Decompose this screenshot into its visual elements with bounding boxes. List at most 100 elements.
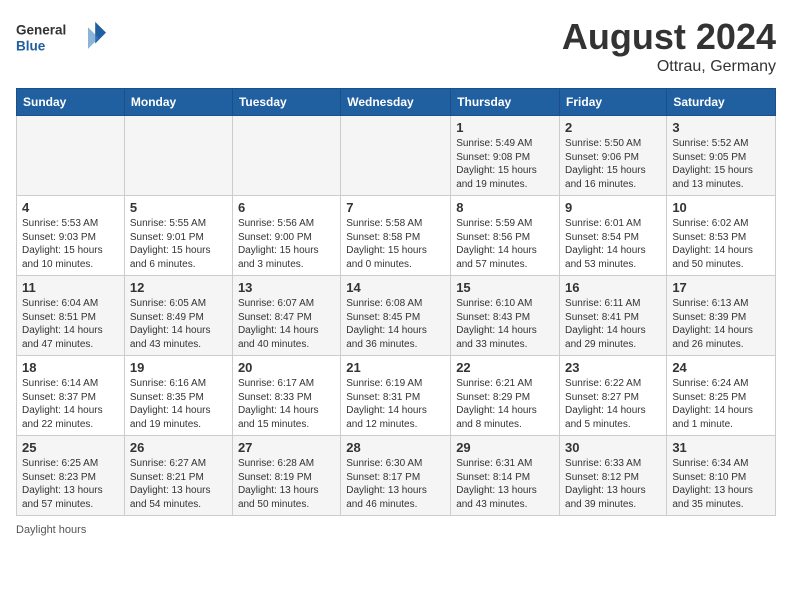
day-info: Sunrise: 6:02 AM Sunset: 8:53 PM Dayligh… bbox=[672, 217, 770, 271]
day-number: 10 bbox=[672, 200, 770, 215]
svg-text:Blue: Blue bbox=[16, 39, 46, 54]
calendar-table: Sunday Monday Tuesday Wednesday Thursday… bbox=[16, 88, 776, 516]
day-number: 11 bbox=[22, 280, 119, 295]
day-number: 26 bbox=[130, 440, 227, 455]
table-row: 5 Sunrise: 5:55 AM Sunset: 9:01 PM Daylig… bbox=[124, 196, 232, 276]
day-number: 14 bbox=[346, 280, 445, 295]
table-row: 2Sunrise: 5:50 AM Sunset: 9:06 PM Daylig… bbox=[560, 116, 667, 196]
header-monday: Monday bbox=[124, 89, 232, 116]
day-info: Sunrise: 6:34 AM Sunset: 8:10 PM Dayligh… bbox=[672, 457, 770, 511]
day-info: Sunrise: 5:58 AM Sunset: 8:58 PM Dayligh… bbox=[346, 217, 445, 271]
table-row: 26Sunrise: 6:27 AM Sunset: 8:21 PM Dayli… bbox=[124, 436, 232, 516]
day-number: 17 bbox=[672, 280, 770, 295]
day-info: Sunrise: 6:31 AM Sunset: 8:14 PM Dayligh… bbox=[456, 457, 554, 511]
day-info: Sunrise: 6:11 AM Sunset: 8:41 PM Dayligh… bbox=[565, 297, 661, 351]
day-info: Sunrise: 6:19 AM Sunset: 8:31 PM Dayligh… bbox=[346, 377, 445, 431]
day-number: 21 bbox=[346, 360, 445, 375]
table-row: 25Sunrise: 6:25 AM Sunset: 8:23 PM Dayli… bbox=[17, 436, 125, 516]
day-info: Sunrise: 5:56 AM Sunset: 9:00 PM Dayligh… bbox=[238, 217, 335, 271]
table-row: 16 Sunrise: 6:11 AM Sunset: 8:41 PM Dayli… bbox=[560, 276, 667, 356]
table-row: 12Sunrise: 6:05 AM Sunset: 8:49 PM Dayli… bbox=[124, 276, 232, 356]
day-number: 9 bbox=[565, 200, 661, 215]
table-row: 27 Sunrise: 6:28 AM Sunset: 8:19 PM Dayli… bbox=[232, 436, 340, 516]
table-row bbox=[124, 116, 232, 196]
day-number: 28 bbox=[346, 440, 445, 455]
header-wednesday: Wednesday bbox=[341, 89, 451, 116]
day-info: Sunrise: 6:22 AM Sunset: 8:27 PM Dayligh… bbox=[565, 377, 661, 431]
table-row bbox=[232, 116, 340, 196]
table-row bbox=[17, 116, 125, 196]
calendar-week-row: 4Sunrise: 5:53 AM Sunset: 9:03 PM Daylig… bbox=[17, 196, 776, 276]
title-area: August 2024 Ottrau, Germany bbox=[562, 16, 776, 76]
table-row: 20 Sunrise: 6:17 AM Sunset: 8:33 PM Dayli… bbox=[232, 356, 340, 436]
table-row: 11 Sunrise: 6:04 AM Sunset: 8:51 PM Dayli… bbox=[17, 276, 125, 356]
day-number: 24 bbox=[672, 360, 770, 375]
header-sunday: Sunday bbox=[17, 89, 125, 116]
day-info: Sunrise: 5:55 AM Sunset: 9:01 PM Dayligh… bbox=[130, 217, 227, 271]
table-row: 24 Sunrise: 6:24 AM Sunset: 8:25 PM Dayli… bbox=[667, 356, 776, 436]
table-row: 23 Sunrise: 6:22 AM Sunset: 8:27 PM Dayli… bbox=[560, 356, 667, 436]
month-year-title: August 2024 bbox=[562, 16, 776, 58]
day-info: Sunrise: 5:50 AM Sunset: 9:06 PM Dayligh… bbox=[565, 137, 661, 191]
calendar-header-row: Sunday Monday Tuesday Wednesday Thursday… bbox=[17, 89, 776, 116]
day-number: 12 bbox=[130, 280, 227, 295]
day-info: Sunrise: 6:14 AM Sunset: 8:37 PM Dayligh… bbox=[22, 377, 119, 431]
day-number: 31 bbox=[672, 440, 770, 455]
day-number: 16 bbox=[565, 280, 661, 295]
table-row: 6 Sunrise: 5:56 AM Sunset: 9:00 PM Daylig… bbox=[232, 196, 340, 276]
day-number: 7 bbox=[346, 200, 445, 215]
day-number: 29 bbox=[456, 440, 554, 455]
table-row: 15 Sunrise: 6:10 AM Sunset: 8:43 PM Dayli… bbox=[451, 276, 560, 356]
day-info: Sunrise: 6:10 AM Sunset: 8:43 PM Dayligh… bbox=[456, 297, 554, 351]
calendar-week-row: 1Sunrise: 5:49 AM Sunset: 9:08 PM Daylig… bbox=[17, 116, 776, 196]
svg-text:General: General bbox=[16, 22, 66, 37]
calendar-week-row: 11 Sunrise: 6:04 AM Sunset: 8:51 PM Dayli… bbox=[17, 276, 776, 356]
table-row: 14Sunrise: 6:08 AM Sunset: 8:45 PM Dayli… bbox=[341, 276, 451, 356]
table-row: 18Sunrise: 6:14 AM Sunset: 8:37 PM Dayli… bbox=[17, 356, 125, 436]
calendar-week-row: 25Sunrise: 6:25 AM Sunset: 8:23 PM Dayli… bbox=[17, 436, 776, 516]
calendar-week-row: 18Sunrise: 6:14 AM Sunset: 8:37 PM Dayli… bbox=[17, 356, 776, 436]
day-info: Sunrise: 6:07 AM Sunset: 8:47 PM Dayligh… bbox=[238, 297, 335, 351]
day-number: 23 bbox=[565, 360, 661, 375]
day-number: 3 bbox=[672, 120, 770, 135]
day-info: Sunrise: 5:59 AM Sunset: 8:56 PM Dayligh… bbox=[456, 217, 554, 271]
table-row: 28 Sunrise: 6:30 AM Sunset: 8:17 PM Dayli… bbox=[341, 436, 451, 516]
table-row: 8 Sunrise: 5:59 AM Sunset: 8:56 PM Daylig… bbox=[451, 196, 560, 276]
day-info: Sunrise: 5:52 AM Sunset: 9:05 PM Dayligh… bbox=[672, 137, 770, 191]
day-number: 6 bbox=[238, 200, 335, 215]
table-row: 19Sunrise: 6:16 AM Sunset: 8:35 PM Dayli… bbox=[124, 356, 232, 436]
day-info: Sunrise: 6:21 AM Sunset: 8:29 PM Dayligh… bbox=[456, 377, 554, 431]
day-number: 30 bbox=[565, 440, 661, 455]
logo: General Blue bbox=[16, 16, 106, 65]
day-info: Sunrise: 6:25 AM Sunset: 8:23 PM Dayligh… bbox=[22, 457, 119, 511]
day-number: 15 bbox=[456, 280, 554, 295]
table-row: 21 Sunrise: 6:19 AM Sunset: 8:31 PM Dayli… bbox=[341, 356, 451, 436]
location-subtitle: Ottrau, Germany bbox=[562, 58, 776, 76]
day-info: Sunrise: 6:13 AM Sunset: 8:39 PM Dayligh… bbox=[672, 297, 770, 351]
table-row: 31 Sunrise: 6:34 AM Sunset: 8:10 PM Dayli… bbox=[667, 436, 776, 516]
header-thursday: Thursday bbox=[451, 89, 560, 116]
table-row: 22Sunrise: 6:21 AM Sunset: 8:29 PM Dayli… bbox=[451, 356, 560, 436]
header-friday: Friday bbox=[560, 89, 667, 116]
day-info: Sunrise: 6:28 AM Sunset: 8:19 PM Dayligh… bbox=[238, 457, 335, 511]
table-row: 1Sunrise: 5:49 AM Sunset: 9:08 PM Daylig… bbox=[451, 116, 560, 196]
day-info: Sunrise: 6:24 AM Sunset: 8:25 PM Dayligh… bbox=[672, 377, 770, 431]
day-number: 20 bbox=[238, 360, 335, 375]
day-number: 8 bbox=[456, 200, 554, 215]
table-row: 9 Sunrise: 6:01 AM Sunset: 8:54 PM Daylig… bbox=[560, 196, 667, 276]
day-number: 5 bbox=[130, 200, 227, 215]
day-info: Sunrise: 6:01 AM Sunset: 8:54 PM Dayligh… bbox=[565, 217, 661, 271]
day-number: 13 bbox=[238, 280, 335, 295]
table-row: 10 Sunrise: 6:02 AM Sunset: 8:53 PM Dayli… bbox=[667, 196, 776, 276]
header: General Blue August 2024 Ottrau, Germany bbox=[16, 16, 776, 76]
table-row: 30 Sunrise: 6:33 AM Sunset: 8:12 PM Dayli… bbox=[560, 436, 667, 516]
logo-icon: General Blue bbox=[16, 16, 106, 61]
table-row: 17 Sunrise: 6:13 AM Sunset: 8:39 PM Dayli… bbox=[667, 276, 776, 356]
day-number: 27 bbox=[238, 440, 335, 455]
table-row bbox=[341, 116, 451, 196]
day-info: Sunrise: 6:30 AM Sunset: 8:17 PM Dayligh… bbox=[346, 457, 445, 511]
day-info: Sunrise: 6:33 AM Sunset: 8:12 PM Dayligh… bbox=[565, 457, 661, 511]
day-info: Sunrise: 6:17 AM Sunset: 8:33 PM Dayligh… bbox=[238, 377, 335, 431]
day-info: Sunrise: 6:04 AM Sunset: 8:51 PM Dayligh… bbox=[22, 297, 119, 351]
table-row: 7 Sunrise: 5:58 AM Sunset: 8:58 PM Daylig… bbox=[341, 196, 451, 276]
